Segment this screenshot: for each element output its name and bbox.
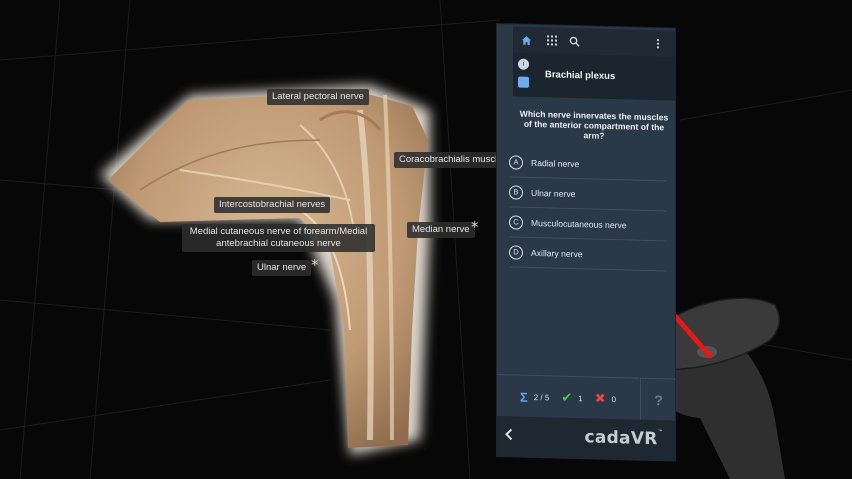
option-letter: C: [509, 215, 523, 230]
panel-header: Brachial plexus: [513, 52, 675, 101]
option-b[interactable]: B Ulnar nerve: [509, 178, 667, 212]
quiz-stats: Σ 2 / 5 ✔ 1 ✖ 0: [497, 374, 639, 421]
wrong-count: 0: [611, 394, 617, 404]
option-d[interactable]: D Axillary nerve: [509, 238, 667, 272]
label-lateral-pectoral-nerve[interactable]: Lateral pectoral nerve: [267, 89, 369, 105]
panel-footer: cadaVR™: [497, 416, 675, 461]
option-text: Ulnar nerve: [531, 187, 576, 200]
option-letter: D: [509, 245, 523, 260]
correct-count: 1: [578, 393, 583, 403]
progress-count: 2 / 5: [533, 392, 550, 402]
panel-title: Brachial plexus: [545, 69, 616, 83]
option-text: Axillary nerve: [531, 247, 583, 260]
option-text: Radial nerve: [531, 157, 580, 170]
ulnar-nerve-star: *: [311, 256, 319, 274]
cross-icon: ✖: [594, 390, 606, 406]
search-icon[interactable]: [565, 32, 583, 50]
home-icon[interactable]: [517, 31, 535, 49]
check-icon: ✔: [561, 389, 573, 405]
help-button[interactable]: ?: [640, 377, 676, 422]
sigma-icon: Σ: [519, 389, 528, 405]
vr-scene: [0, 0, 852, 479]
info-icon[interactable]: i: [518, 58, 529, 70]
median-nerve-star: *: [471, 218, 479, 236]
label-medial-cutaneous-nerve[interactable]: Medial cutaneous nerve of forearm/Medial…: [182, 224, 375, 252]
label-intercostobrachial-nerves[interactable]: Intercostobrachial nerves: [214, 197, 331, 213]
label-median-nerve[interactable]: Median nerve: [407, 222, 475, 238]
quiz-panel: Brachial plexus i Which nerve innervates…: [497, 24, 676, 461]
label-coracobrachialis-muscle[interactable]: Coracobrachialis muscle: [394, 152, 508, 168]
option-text: Musculocutaneous nerve: [531, 217, 627, 231]
brand-logo: cadaVR™: [584, 427, 663, 450]
option-a[interactable]: A Radial nerve: [509, 148, 667, 182]
option-letter: A: [509, 155, 523, 170]
label-ulnar-nerve[interactable]: Ulnar nerve: [252, 260, 312, 276]
question-text: Which nerve innervates the muscles of th…: [519, 108, 669, 141]
back-icon[interactable]: [499, 424, 519, 447]
more-vertical-icon[interactable]: [649, 34, 667, 52]
model-icon[interactable]: [518, 76, 529, 88]
option-letter: B: [509, 185, 523, 200]
grid-icon[interactable]: [543, 31, 561, 49]
option-c[interactable]: C Musculocutaneous nerve: [509, 208, 667, 242]
